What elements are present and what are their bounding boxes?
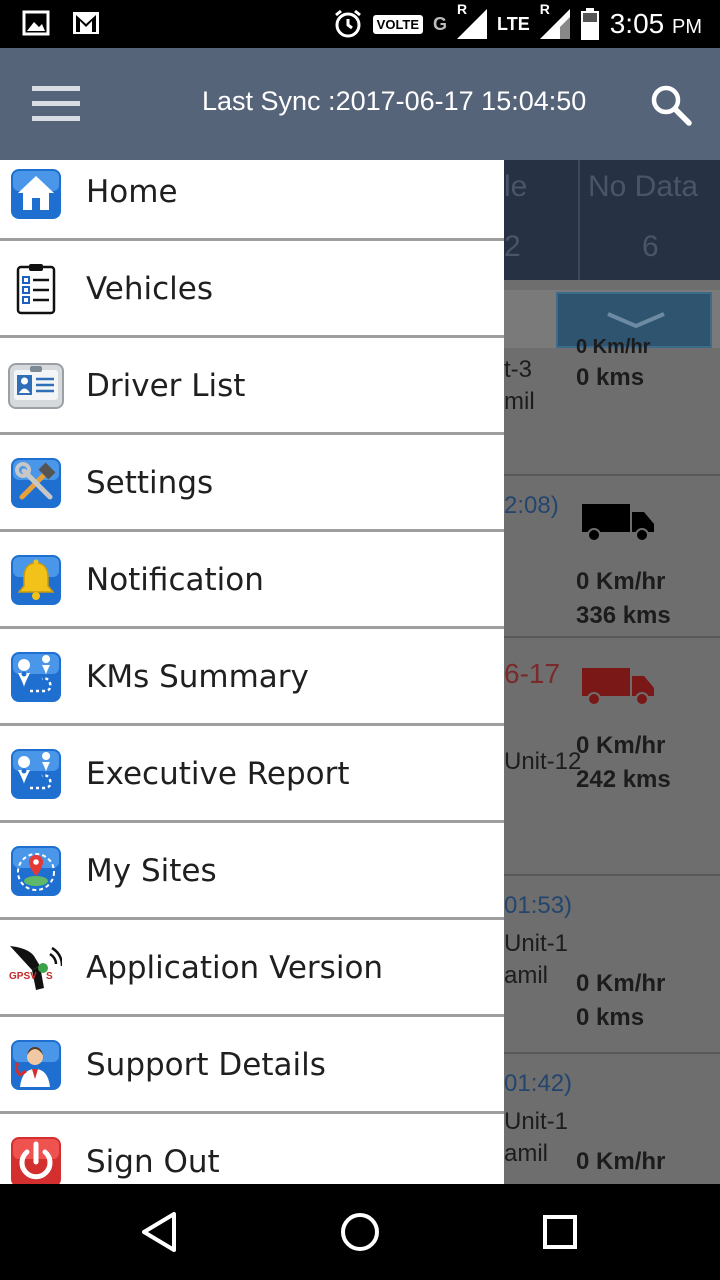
bg-stat-value: 2 (504, 230, 521, 263)
app-bar: Last Sync :2017-06-17 15:04:50 (0, 48, 720, 160)
drawer-item-label: My Sites (86, 853, 217, 889)
back-triangle-icon[interactable] (138, 1210, 182, 1254)
drawer-item-support-details[interactable]: Support Details (0, 1017, 504, 1114)
bell-icon (11, 555, 61, 605)
bg-stat-label: No Data (588, 170, 699, 203)
system-navigation-bar (0, 1184, 720, 1280)
drawer-item-notification[interactable]: Notification (0, 532, 504, 629)
clock-ampm: PM (672, 16, 702, 38)
drawer-item-application-version[interactable]: GPSV S Application Version (0, 920, 504, 1017)
bg-speed: 0 Km/hr (576, 568, 666, 595)
drawer-item-driver-list[interactable]: Driver List (0, 338, 504, 435)
truck-icon (582, 504, 654, 542)
drawer-item-label: Sign Out (86, 1144, 220, 1180)
recents-square-icon[interactable] (538, 1210, 582, 1254)
clock-time: 3:05 (609, 8, 665, 39)
bg-time: 01:42) (504, 1070, 573, 1097)
drawer-item-label: KMs Summary (86, 659, 309, 695)
background-vehicle-list: le 2 No Data 6 0 Km/hr t-3 mil 0 kms 2:0… (504, 160, 720, 1184)
home-circle-icon[interactable] (338, 1210, 382, 1254)
bg-row: 01:42) Unit-1 amil 0 Km/hr (504, 1052, 720, 1184)
drawer-item-my-sites[interactable]: My Sites (0, 823, 504, 920)
home-icon (11, 169, 61, 219)
bg-kms: 0 kms (576, 1004, 645, 1031)
bg-stat-divider (578, 160, 580, 280)
drawer-item-label: Application Version (86, 950, 384, 986)
bg-driver: amil (504, 962, 549, 989)
image-notification-icon (22, 10, 50, 36)
route-map-icon (11, 652, 61, 702)
bg-time: 2:08) (504, 492, 559, 519)
bg-unit: Unit-1 (504, 930, 569, 957)
bg-row: 2:08) 0 Km/hr 336 kms (504, 474, 720, 636)
truck-red-icon (582, 668, 654, 706)
navigation-drawer: Home Vehicles Driver List Settings Notif… (0, 160, 504, 1184)
svg-text:S: S (46, 971, 53, 982)
drawer-item-label: Executive Report (86, 756, 350, 792)
drawer-item-settings[interactable]: Settings (0, 435, 504, 532)
battery-icon (580, 8, 599, 40)
status-bar: VOLTE G R LTE R 3:05 PM (0, 0, 720, 48)
drawer-item-home[interactable]: Home (0, 160, 504, 241)
clock: 3:05 PM (610, 8, 702, 40)
route-map-icon (11, 749, 61, 799)
bg-speed: 0 Km/hr (576, 970, 666, 997)
roaming-indicator-1: R (457, 1, 468, 17)
bg-time: 6-17 (504, 658, 561, 689)
tools-icon (11, 458, 61, 508)
gmail-icon (73, 12, 99, 34)
power-icon (11, 1137, 61, 1184)
drawer-item-label: Driver List (86, 368, 246, 404)
bg-unit: t-3 (504, 356, 533, 383)
bg-kms: 336 kms (576, 602, 671, 629)
volte-badge: VOLTE (372, 14, 424, 34)
bg-time: 01:53) (504, 892, 573, 919)
status-left-icons (22, 10, 100, 36)
drawer-item-label: Home (86, 174, 178, 210)
lte-label: LTE (497, 14, 530, 34)
drawer-item-label: Support Details (86, 1047, 326, 1083)
bg-stat-value: 6 (642, 230, 659, 263)
bg-speed: 0 Km/hr (576, 1148, 666, 1175)
roaming-indicator-2: R (539, 1, 550, 17)
bg-speed: 0 Km/hr (576, 732, 666, 759)
drawer-item-label: Vehicles (86, 271, 214, 307)
drawer-item-vehicles[interactable]: Vehicles (0, 241, 504, 338)
signal-2: R (539, 1, 570, 39)
signal-1: R (457, 1, 488, 39)
search-icon[interactable] (650, 84, 692, 126)
drawer-item-executive-report[interactable]: Executive Report (0, 726, 504, 823)
bg-unit: Unit-12 (504, 748, 582, 775)
bg-kms: 242 kms (576, 766, 671, 793)
support-agent-icon (11, 1040, 61, 1090)
bg-stat-label: le (504, 170, 528, 203)
hamburger-menu-icon[interactable] (32, 86, 80, 122)
checklist-icon (16, 264, 56, 315)
bg-speed-partial: 0 Km/hr (576, 336, 651, 358)
drawer-item-kms-summary[interactable]: KMs Summary (0, 629, 504, 726)
drawer-item-label: Notification (86, 562, 264, 598)
network-g-label: G (433, 13, 448, 34)
alarm-icon (334, 9, 361, 38)
bg-stats-bar: le 2 No Data 6 (504, 160, 720, 280)
bg-row: 6-17 Unit-12 0 Km/hr 242 kms (504, 636, 720, 874)
last-sync-label: Last Sync :2017-06-17 15:04:50 (202, 86, 587, 116)
chevron-down-icon (607, 312, 665, 328)
bg-driver: amil (504, 1140, 549, 1167)
bg-row: 01:53) Unit-1 amil 0 Km/hr 0 kms (504, 874, 720, 1052)
bg-unit: Unit-1 (504, 1108, 569, 1135)
bg-kms: 0 kms (576, 364, 645, 391)
location-globe-icon (11, 846, 61, 896)
drawer-item-label: Settings (86, 465, 214, 501)
drawer-item-sign-out[interactable]: Sign Out (0, 1114, 504, 1184)
status-right: VOLTE G R LTE R 3:05 PM (333, 1, 702, 44)
gpsvts-logo-icon: GPSV S (9, 946, 62, 990)
bg-driver: mil (504, 388, 535, 415)
bg-row: 0 Km/hr t-3 mil 0 kms (504, 336, 720, 474)
id-card-icon (8, 363, 64, 409)
svg-text:GPSV: GPSV (9, 971, 37, 982)
